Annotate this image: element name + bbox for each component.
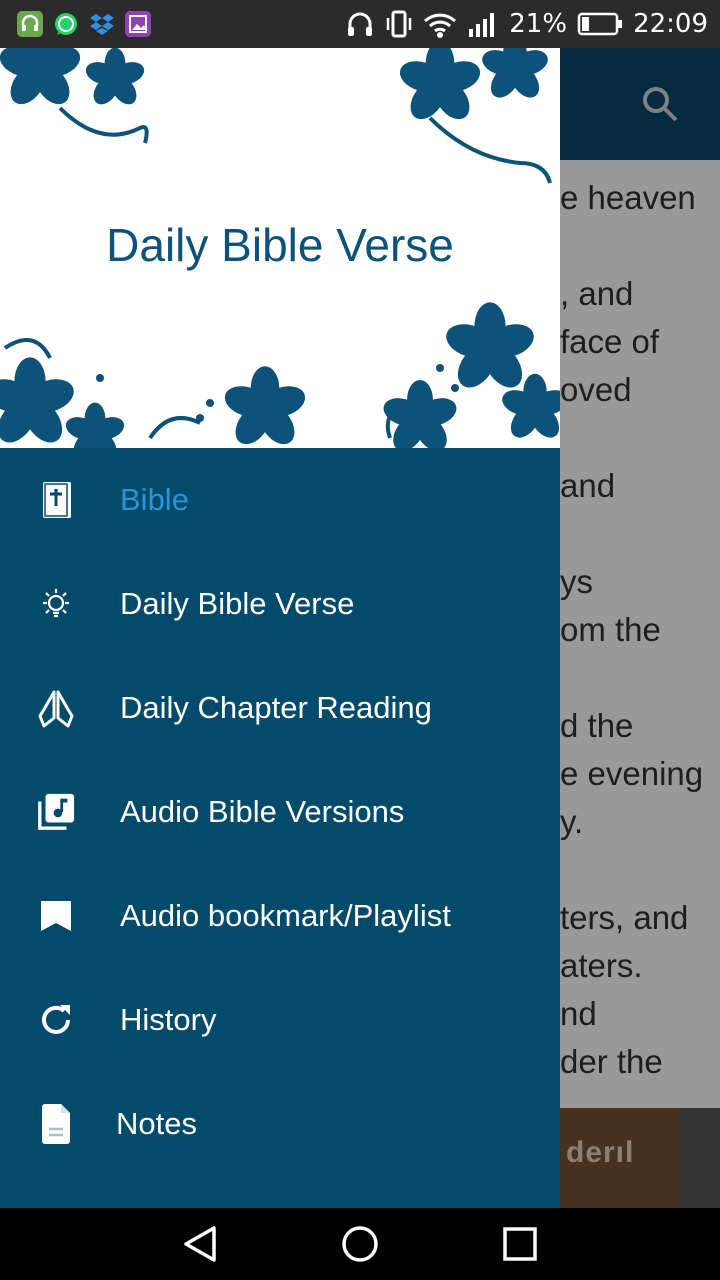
menu-item-audio-bible-versions[interactable]: Audio Bible Versions bbox=[0, 760, 560, 864]
drawer-menu: Bible Daily Bible Verse Daily Chapter Re… bbox=[0, 448, 560, 1176]
menu-label-notes: Notes bbox=[116, 1106, 197, 1141]
music-library-icon bbox=[36, 792, 76, 832]
battery-percent: 21% bbox=[509, 9, 568, 39]
wifi-icon bbox=[424, 13, 457, 38]
menu-label-daily-bible-verse: Daily Bible Verse bbox=[120, 586, 355, 621]
bible-icon bbox=[36, 480, 76, 520]
menu-label-audio-bible-versions: Audio Bible Versions bbox=[120, 794, 405, 829]
note-icon bbox=[36, 1104, 76, 1144]
back-icon bbox=[184, 1226, 216, 1262]
status-bar: 21% 22:09 bbox=[0, 0, 720, 48]
headset-app-icon bbox=[17, 11, 43, 37]
praying-hands-icon bbox=[36, 688, 76, 728]
back-button[interactable] bbox=[178, 1222, 222, 1266]
clock: 22:09 bbox=[633, 9, 708, 39]
menu-label-audio-bookmark-playlist: Audio bookmark/Playlist bbox=[120, 898, 451, 933]
headphones-icon bbox=[348, 12, 373, 36]
status-indicators: 21% 22:09 bbox=[345, 0, 708, 48]
gallery-icon bbox=[125, 11, 151, 37]
recents-icon bbox=[503, 1227, 537, 1261]
drawer-header: Daily Bible Verse bbox=[0, 48, 560, 448]
menu-label-history: History bbox=[120, 1002, 217, 1037]
lightbulb-icon bbox=[36, 584, 76, 624]
drawer-title: Daily Bible Verse bbox=[106, 219, 454, 271]
home-button[interactable] bbox=[338, 1222, 382, 1266]
menu-item-audio-bookmark-playlist[interactable]: Audio bookmark/Playlist bbox=[0, 864, 560, 968]
menu-item-daily-chapter-reading[interactable]: Daily Chapter Reading bbox=[0, 656, 560, 760]
dropbox-icon bbox=[89, 11, 115, 37]
menu-item-history[interactable]: History bbox=[0, 968, 560, 1072]
home-icon bbox=[342, 1226, 378, 1262]
menu-item-bible[interactable]: Bible bbox=[0, 448, 560, 552]
whatsapp-icon bbox=[53, 11, 79, 37]
refresh-icon bbox=[36, 1000, 76, 1040]
navigation-drawer: Daily Bible Verse Bible Daily Bible Vers… bbox=[0, 48, 560, 1208]
recents-button[interactable] bbox=[498, 1222, 542, 1266]
signal-icon bbox=[469, 13, 495, 37]
menu-label-daily-chapter-reading: Daily Chapter Reading bbox=[120, 690, 432, 725]
battery-icon bbox=[577, 12, 623, 36]
menu-item-daily-bible-verse[interactable]: Daily Bible Verse bbox=[0, 552, 560, 656]
menu-label-bible: Bible bbox=[120, 482, 189, 517]
vibrate-icon bbox=[387, 10, 412, 38]
system-nav-bar bbox=[0, 1208, 720, 1280]
menu-item-notes[interactable]: Notes bbox=[0, 1072, 560, 1176]
bookmark-icon bbox=[36, 896, 76, 936]
